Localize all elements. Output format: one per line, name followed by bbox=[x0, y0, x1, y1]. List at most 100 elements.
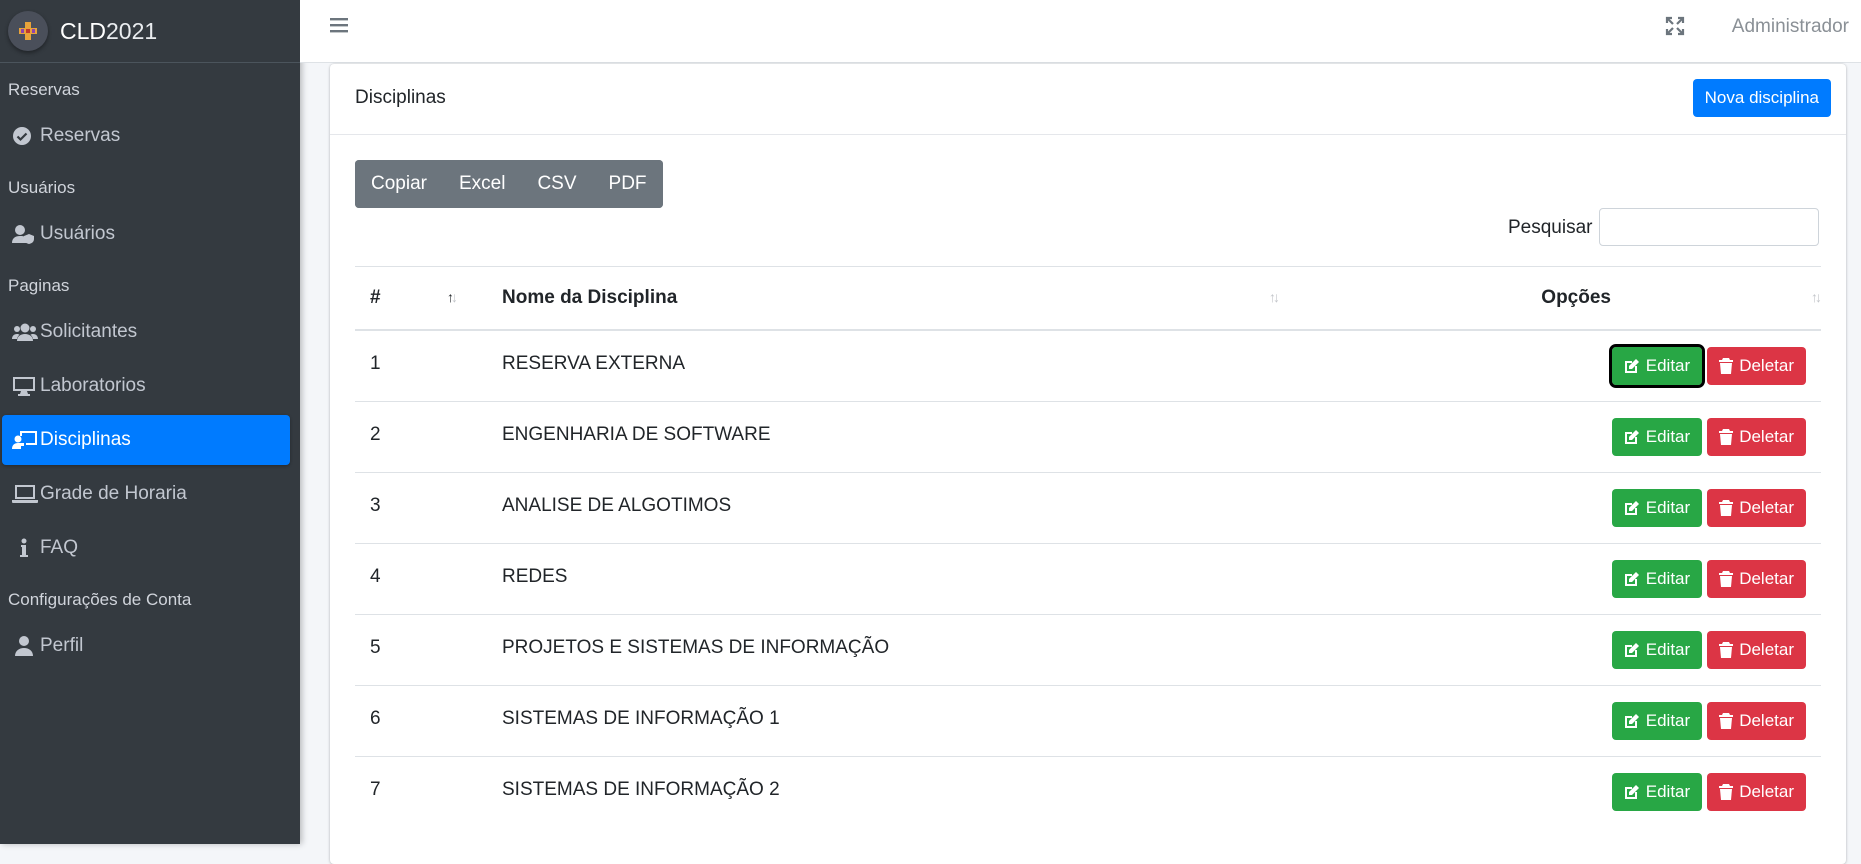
csv-button[interactable]: CSV bbox=[521, 160, 593, 208]
delete-button[interactable]: Deletar bbox=[1707, 418, 1806, 456]
table-row: 7 SISTEMAS DE INFORMAÇÃO 2 Editar Deleta… bbox=[355, 756, 1821, 827]
edit-label: Editar bbox=[1645, 498, 1691, 517]
disciplinas-card: Disciplinas Nova disciplina Copiar Excel… bbox=[330, 64, 1846, 864]
nav-header-configuracoes: Configurações de Conta bbox=[8, 590, 192, 609]
cell-id: 4 bbox=[355, 543, 487, 615]
excel-button[interactable]: Excel bbox=[442, 160, 522, 208]
trash-icon bbox=[1719, 500, 1734, 516]
delete-button[interactable]: Deletar bbox=[1707, 347, 1806, 385]
copy-button[interactable]: Copiar bbox=[355, 160, 443, 208]
cell-options: Editar Deletar bbox=[1199, 614, 1821, 686]
cell-id: 2 bbox=[355, 401, 487, 473]
delete-button[interactable]: Deletar bbox=[1707, 702, 1806, 740]
cell-options: Editar Deletar bbox=[1199, 543, 1821, 615]
topbar: Administrador bbox=[300, 0, 1861, 63]
sidebar-item-grade-de-horaria[interactable]: Grade de Horaria bbox=[2, 469, 290, 519]
cell-id: 5 bbox=[355, 614, 487, 686]
disciplines-table: # ↑↓ Nome da Disciplina ↑↓ Opções ↑↓ 1 R… bbox=[355, 266, 1822, 827]
chalkboard-teacher-icon bbox=[12, 430, 40, 450]
user-menu[interactable]: Administrador bbox=[1732, 16, 1849, 38]
sidebar-item-usuarios[interactable]: Usuários bbox=[2, 209, 290, 259]
brand-link[interactable]: CLD2021 bbox=[0, 0, 300, 63]
pdf-button[interactable]: PDF bbox=[592, 160, 663, 208]
edit-icon bbox=[1624, 430, 1639, 444]
fullscreen-icon[interactable] bbox=[1665, 16, 1685, 41]
edit-button[interactable]: Editar bbox=[1611, 560, 1703, 598]
edit-icon bbox=[1624, 572, 1639, 586]
trash-icon bbox=[1719, 784, 1734, 800]
export-button-group: Copiar Excel CSV PDF bbox=[355, 160, 663, 208]
column-header-label: Opções bbox=[1541, 287, 1611, 308]
cell-name: RESERVA EXTERNA bbox=[487, 329, 1199, 402]
search-input[interactable] bbox=[1599, 208, 1819, 246]
edit-icon bbox=[1624, 501, 1639, 515]
new-discipline-button[interactable]: Nova disciplina bbox=[1692, 79, 1831, 117]
delete-button[interactable]: Deletar bbox=[1707, 773, 1806, 811]
edit-label: Editar bbox=[1645, 356, 1691, 375]
table-row: 4 REDES Editar Deletar bbox=[355, 543, 1821, 615]
sidebar-item-perfil[interactable]: Perfil bbox=[2, 621, 290, 671]
card-header: Disciplinas Nova disciplina bbox=[330, 64, 1846, 135]
sidebar-item-disciplinas[interactable]: Disciplinas bbox=[2, 415, 290, 465]
sidebar-item-faq[interactable]: FAQ bbox=[2, 523, 290, 573]
cell-name: PROJETOS E SISTEMAS DE INFORMAÇÃO bbox=[487, 614, 1199, 686]
delete-label: Deletar bbox=[1739, 356, 1794, 375]
trash-icon bbox=[1719, 429, 1734, 445]
sidebar-item-solicitantes[interactable]: Solicitantes bbox=[2, 307, 290, 357]
brand-logo bbox=[8, 11, 48, 51]
trash-icon bbox=[1719, 571, 1734, 587]
edit-button[interactable]: Editar bbox=[1611, 418, 1703, 456]
column-header-id[interactable]: # ↑↓ bbox=[355, 266, 487, 331]
delete-label: Deletar bbox=[1739, 427, 1794, 446]
cell-name: SISTEMAS DE INFORMAÇÃO 2 bbox=[487, 756, 1199, 827]
check-circle-icon bbox=[12, 126, 40, 146]
column-header-name[interactable]: Nome da Disciplina ↑↓ bbox=[487, 266, 1280, 331]
sort-ascending-icon: ↑↓ bbox=[447, 289, 458, 305]
column-header-options[interactable]: Opções ↑↓ bbox=[1199, 266, 1822, 331]
table-row: 6 SISTEMAS DE INFORMAÇÃO 1 Editar Deleta… bbox=[355, 685, 1821, 757]
sidebar: CLD2021 Reservas Reservas Usuários Usuár… bbox=[0, 0, 300, 844]
edit-button[interactable]: Editar bbox=[1608, 344, 1706, 388]
delete-label: Deletar bbox=[1739, 498, 1794, 517]
cell-id: 3 bbox=[355, 472, 487, 544]
sort-icon: ↑↓ bbox=[1811, 289, 1822, 305]
edit-button[interactable]: Editar bbox=[1611, 489, 1703, 527]
users-icon bbox=[12, 323, 40, 341]
hamburger-menu-icon[interactable] bbox=[330, 16, 352, 38]
cell-id: 7 bbox=[355, 756, 487, 827]
user-icon bbox=[12, 636, 40, 656]
cell-name: REDES bbox=[487, 543, 1199, 615]
edit-icon bbox=[1624, 785, 1639, 799]
sidebar-item-laboratorios[interactable]: Laboratorios bbox=[2, 361, 290, 411]
table-row: 2 ENGENHARIA DE SOFTWARE Editar Deletar bbox=[355, 401, 1821, 473]
cell-name: ANALISE DE ALGOTIMOS bbox=[487, 472, 1199, 544]
sidebar-item-reservas[interactable]: Reservas bbox=[2, 111, 290, 161]
sidebar-item-label: FAQ bbox=[40, 537, 79, 558]
table-body: 1 RESERVA EXTERNA Editar Deletar 2 ENGEN… bbox=[355, 329, 1821, 827]
cell-id: 6 bbox=[355, 685, 487, 757]
cell-options: Editar Deletar bbox=[1199, 685, 1821, 757]
edit-label: Editar bbox=[1645, 640, 1691, 659]
sidebar-item-label: Grade de Horaria bbox=[40, 483, 187, 504]
user-shield-icon bbox=[12, 224, 40, 244]
delete-label: Deletar bbox=[1739, 782, 1794, 801]
delete-button[interactable]: Deletar bbox=[1707, 560, 1806, 598]
desktop-icon bbox=[12, 376, 40, 396]
delete-button[interactable]: Deletar bbox=[1707, 631, 1806, 669]
trash-icon bbox=[1719, 358, 1734, 374]
info-icon bbox=[12, 538, 40, 558]
trash-icon bbox=[1719, 642, 1734, 658]
edit-button[interactable]: Editar bbox=[1611, 773, 1703, 811]
laptop-icon bbox=[12, 484, 40, 504]
cell-options: Editar Deletar bbox=[1199, 472, 1821, 544]
cell-options: Editar Deletar bbox=[1199, 329, 1821, 402]
delete-button[interactable]: Deletar bbox=[1707, 489, 1806, 527]
table-header-row: # ↑↓ Nome da Disciplina ↑↓ Opções ↑↓ bbox=[355, 266, 1822, 331]
search-label: Pesquisar bbox=[1508, 217, 1593, 238]
edit-button[interactable]: Editar bbox=[1611, 631, 1703, 669]
sidebar-item-label: Usuários bbox=[40, 223, 115, 244]
edit-icon bbox=[1624, 643, 1639, 657]
cell-options: Editar Deletar bbox=[1199, 756, 1821, 827]
page-title: Disciplinas bbox=[355, 87, 446, 108]
edit-button[interactable]: Editar bbox=[1611, 702, 1703, 740]
